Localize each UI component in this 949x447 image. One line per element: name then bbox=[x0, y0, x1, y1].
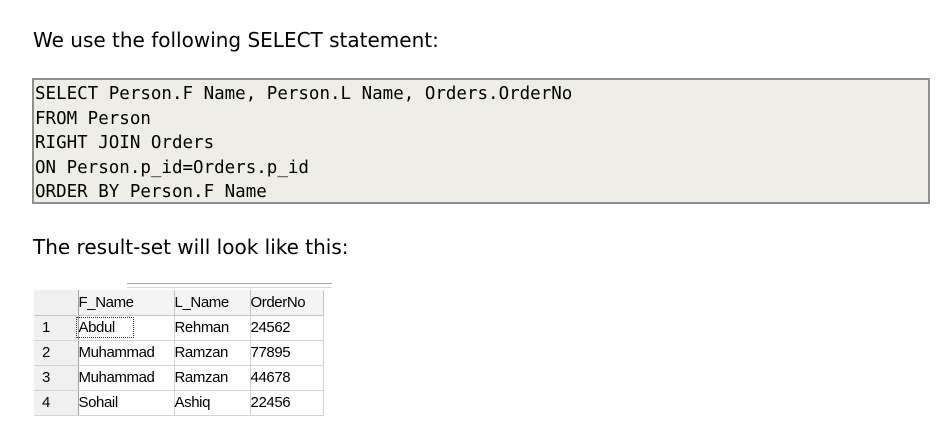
table-cell[interactable]: Ashiq bbox=[174, 390, 251, 416]
row-number[interactable]: 4 bbox=[34, 390, 79, 416]
table-cell[interactable]: Sohail bbox=[78, 390, 175, 416]
selected-cell-value: Abdul bbox=[75, 317, 134, 338]
table-cell[interactable]: 22456 bbox=[250, 390, 324, 416]
table-cell[interactable]: 77895 bbox=[250, 340, 324, 366]
code-line: FROM Person bbox=[35, 108, 151, 129]
code-line: ORDER BY Person.F Name bbox=[35, 182, 267, 202]
table-row: 3 Muhammad Ramzan 44678 bbox=[34, 365, 324, 391]
grid-top-divider bbox=[127, 283, 332, 284]
intro-text: We use the following SELECT statement: bbox=[33, 28, 439, 52]
code-line: ON Person.p_id=Orders.p_id bbox=[35, 157, 309, 178]
grid-header-row: F_Name L_Name OrderNo bbox=[34, 290, 324, 316]
table-cell[interactable]: Rehman bbox=[174, 315, 251, 341]
sql-code-block: SELECT Person.F Name, Person.L Name, Ord… bbox=[32, 78, 930, 204]
table-cell[interactable]: Ramzan bbox=[174, 340, 251, 366]
table-cell[interactable]: Abdul bbox=[75, 315, 175, 341]
result-grid: F_Name L_Name OrderNo 1 Abdul Rehman 245… bbox=[34, 290, 324, 416]
grid-top-divider bbox=[127, 287, 332, 288]
column-header-l-name[interactable]: L_Name bbox=[174, 290, 251, 316]
table-cell[interactable]: Muhammad bbox=[78, 340, 175, 366]
code-line: RIGHT JOIN Orders bbox=[35, 133, 215, 153]
row-number[interactable]: 1 bbox=[34, 315, 79, 341]
column-header-f-name[interactable]: F_Name bbox=[78, 290, 175, 316]
table-row: 2 Muhammad Ramzan 77895 bbox=[34, 340, 324, 366]
grid-corner-cell[interactable] bbox=[34, 290, 79, 316]
table-cell[interactable]: 44678 bbox=[250, 365, 324, 391]
table-row: 4 Sohail Ashiq 22456 bbox=[34, 390, 324, 416]
row-number[interactable]: 3 bbox=[34, 365, 79, 391]
row-number[interactable]: 2 bbox=[34, 340, 79, 366]
code-line: SELECT Person.F Name, Person.L Name, Ord… bbox=[35, 84, 573, 104]
table-cell[interactable]: 24562 bbox=[250, 315, 324, 341]
table-cell[interactable]: Ramzan bbox=[174, 365, 251, 391]
column-header-order-no[interactable]: OrderNo bbox=[250, 290, 324, 316]
result-text: The result-set will look like this: bbox=[33, 235, 349, 259]
table-row: 1 Abdul Rehman 24562 bbox=[34, 315, 324, 341]
table-cell[interactable]: Muhammad bbox=[78, 365, 175, 391]
